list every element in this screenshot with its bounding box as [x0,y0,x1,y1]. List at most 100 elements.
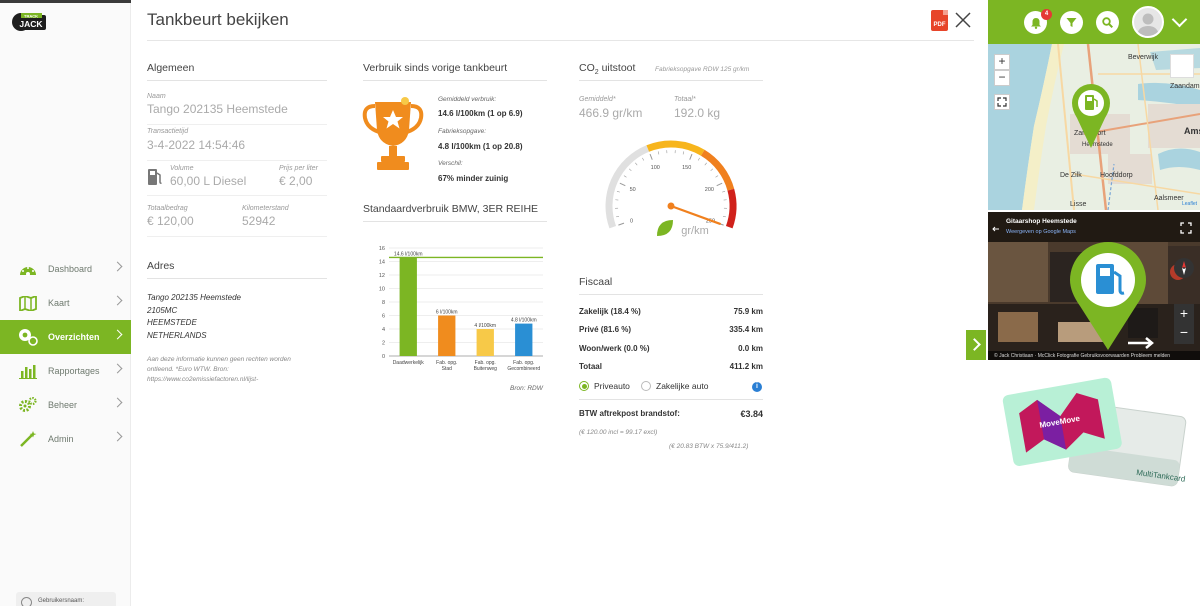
zoom-in-button[interactable]: + [994,54,1010,70]
totaal-value: € 120,00 [147,214,194,228]
fiscaal-row-totaal: Totaal 411.2 km [579,362,763,380]
x-category-label: Gecombineerd [507,366,540,372]
gauge-band-low [605,145,650,229]
section-title-co2: CO2 uitstoot [579,62,635,76]
back-arrow-icon[interactable] [992,226,1000,232]
trackjack-logo[interactable]: TRACK JACK [12,10,48,34]
sidebar-item-label: Dashboard [48,264,93,274]
dashboard-icon [18,260,38,278]
sidebar-item-label: Kaart [48,298,70,308]
btw-label: BTW aftrekpost brandstof: [579,409,680,418]
gauge-tick-label: 100 [651,165,660,171]
co2-totaal-value: 192.0 kg [674,106,721,120]
user-icon [21,597,32,606]
gauge-tick [716,182,723,187]
fiscaal-label: Zakelijk (18.4 %) [579,307,641,316]
chevron-right-icon [112,397,123,408]
leaf-icon [657,220,673,236]
address-line: 2105MC [147,305,178,315]
prijs-value: € 2,00 [279,174,313,188]
fuel-pin-icon[interactable] [1072,84,1110,150]
expand-panel-button[interactable] [966,330,986,360]
bar-data-label: 4 l/100km [474,323,496,329]
right-panel: 4 Beverwijk Zaandam Heemstede Am De Zilk… [988,0,1200,606]
radio-zakelijke-auto[interactable]: Zakelijke auto [641,381,708,391]
chevron-right-icon [112,431,123,442]
address-line: HEEMSTEDE [147,318,197,327]
search-button[interactable] [1096,11,1119,34]
bar [399,257,417,356]
chevron-right-icon [112,261,123,272]
app-root: TRACK JACK Dashboard Kaart Overzichten R… [0,0,1200,606]
sidebar: TRACK JACK Dashboard Kaart Overzichten R… [0,0,131,606]
y-tick-label: 0 [382,354,385,360]
search-icon [1102,17,1113,28]
fiscaal-row-woonwerk: Woon/werk (0.0 %) 0.0 km [579,344,763,362]
map-icon [18,294,38,312]
top-bar: 4 [988,0,1200,44]
bar [515,323,533,356]
km-label: Kilometerstand [242,205,289,212]
divider [363,80,547,81]
address-line: NETHERLANDS [147,330,207,340]
zoom-out-button[interactable]: − [994,70,1010,86]
fullscreen-icon[interactable] [994,94,1010,110]
sidebar-item-beheer[interactable]: Beheer [0,388,131,422]
bar-data-label: 4.8 l/100km [511,318,537,324]
gauge-tick [657,151,660,155]
chevron-down-icon[interactable] [1171,11,1188,28]
radio-dot-selected [579,381,589,391]
prijs-label: Prijs per liter [279,165,318,172]
section-title-standaardverbruik: Standaardverbruik BMW, 3ER REIHE [363,203,539,215]
user-box[interactable]: Gebruikersnaam: [16,592,116,606]
fiscaal-value: 0.0 km [738,344,763,353]
user-label: Gebruikersnaam: [38,598,85,604]
sidebar-item-kaart[interactable]: Kaart [0,286,131,320]
divider [147,124,327,125]
map-layer-control[interactable] [1170,54,1194,78]
divider [147,195,327,196]
avatar[interactable] [1132,6,1164,38]
streetview-zoom-control[interactable]: + − [1174,304,1194,344]
sidebar-item-rapportages[interactable]: Rapportages [0,354,131,388]
filter-button[interactable] [1060,11,1083,34]
radio-priveauto[interactable]: Priveauto [579,381,630,391]
chevron-right-icon [112,295,123,306]
streetview[interactable]: Gitaarshop Heemstede Weergeven op Google… [988,212,1200,360]
streetview-maps-link[interactable]: Weergeven op Google Maps [1006,229,1076,235]
divider [147,80,327,81]
fiscaal-label: Totaal [579,362,602,371]
fabrieksopgave-value: 4.8 l/100km (1 op 20.8) [438,142,523,151]
pdf-button[interactable]: PDF [931,10,948,31]
gauge-tick [682,151,685,155]
info-icon[interactable]: i [752,382,762,392]
section-title-adres: Adres [147,260,175,272]
arrow-right-icon[interactable] [1126,336,1156,350]
fiscaal-label: Privé (81.6 %) [579,325,632,334]
x-category-label: Stad [442,366,453,372]
co2-title-rest: uitstoot [598,62,636,74]
leaflet-attribution[interactable]: Leaflet [1182,201,1197,207]
sidebar-item-label: Admin [48,434,74,444]
divider [579,80,763,81]
x-category-label: Daadwerkelijk [393,360,425,366]
divider [147,278,327,279]
close-icon[interactable] [954,11,972,29]
gauge-tick-label: 0 [630,218,633,224]
map-view[interactable]: Beverwijk Zaandam Zandvoort Heemstede Am… [988,44,1200,210]
chart-icon [18,362,38,380]
sidebar-item-overzichten[interactable]: Overzichten [0,320,131,354]
y-tick-label: 14 [379,260,385,266]
fullscreen-icon[interactable] [1180,222,1192,234]
transactie-label: Transactietijd [147,128,189,135]
y-tick-label: 10 [379,287,385,293]
sidebar-item-admin[interactable]: Admin [0,422,131,456]
trophy-icon [362,97,424,170]
sidebar-item-label: Rapportages [48,366,100,376]
map-place-label: Hoofddorp [1100,172,1133,179]
compass-icon[interactable] [1174,258,1194,278]
bar-data-label: 14.6 l/100km [394,251,423,257]
sidebar-item-dashboard[interactable]: Dashboard [0,252,131,286]
disclaimer: Aan deze informatie kunnen geen rechten … [147,355,317,385]
divider [363,221,547,222]
